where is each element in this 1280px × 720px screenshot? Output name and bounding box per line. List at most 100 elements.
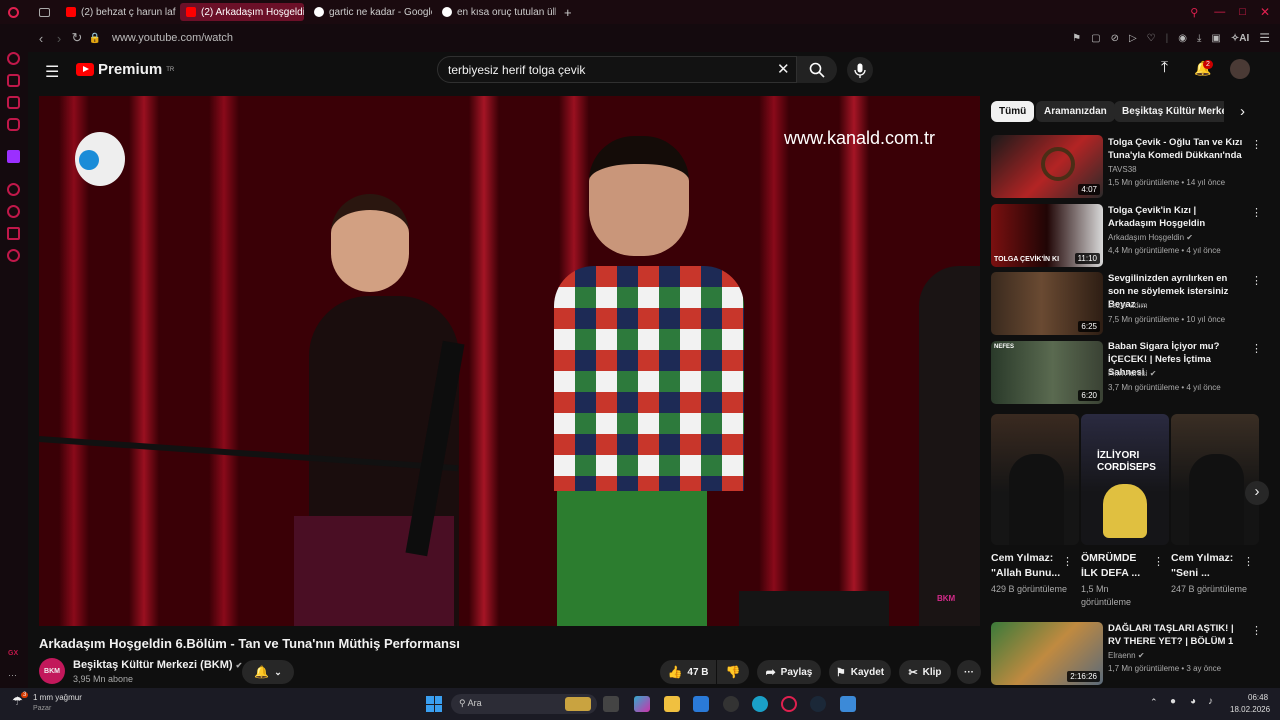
more-icon[interactable]: ···	[8, 670, 17, 680]
start-button[interactable]	[426, 696, 442, 712]
more-icon[interactable]: ⋮	[1251, 138, 1262, 151]
heart-icon[interactable]: ♡	[1147, 33, 1156, 44]
screenshot-icon[interactable]: ▢	[1091, 33, 1100, 44]
search-button[interactable]	[797, 56, 837, 83]
subscribe-bell-button[interactable]: 🔔 ⌄	[242, 660, 294, 684]
microphone-tray-icon[interactable]: ●	[1170, 696, 1176, 707]
short-thumbnail[interactable]	[991, 414, 1079, 545]
related-title[interactable]: Tolga Çevik'in Kızı | Arkadaşım Hoşgeldi…	[1108, 204, 1243, 230]
forward-icon[interactable]: ›	[50, 31, 68, 46]
url-field[interactable]: www.youtube.com/watch	[112, 32, 233, 44]
related-title[interactable]: Tolga Çevik - Oğlu Tan ve Kızı Tuna'yla …	[1108, 136, 1243, 162]
settings-icon[interactable]	[7, 249, 20, 262]
edge-icon[interactable]	[752, 696, 768, 712]
related-thumbnail[interactable]: NEFES 6:20	[991, 341, 1103, 404]
maximize-icon[interactable]: □	[1239, 6, 1246, 18]
adblock-icon[interactable]: ⊘	[1111, 33, 1119, 44]
related-channel[interactable]: Arkadaşım Hoşgeldin ✔	[1108, 233, 1193, 242]
camera-icon[interactable]: ▣	[1211, 33, 1220, 44]
history-icon[interactable]	[7, 205, 20, 218]
save-button[interactable]: ⚑ Kaydet	[829, 660, 891, 684]
steam-icon[interactable]	[810, 696, 826, 712]
youtube-logo[interactable]: Premium TR	[76, 61, 174, 78]
store-icon[interactable]	[693, 696, 709, 712]
wallet-icon[interactable]: ◉	[1178, 33, 1187, 44]
related-channel[interactable]: TAVS38	[1108, 165, 1137, 174]
opera-logo-icon[interactable]	[8, 6, 19, 18]
instagram-icon[interactable]	[7, 118, 20, 131]
messenger-icon[interactable]	[7, 96, 20, 109]
shorts-next-button[interactable]: ›	[1245, 481, 1269, 505]
account-avatar[interactable]	[1230, 59, 1250, 79]
volume-icon[interactable]: ♪	[1208, 696, 1213, 707]
copilot-icon[interactable]	[634, 696, 650, 712]
share-button[interactable]: ➦ Paylaş	[757, 660, 821, 684]
more-icon[interactable]: ⋮	[1251, 342, 1262, 355]
clock-date[interactable]: 18.02.2026	[1230, 705, 1270, 714]
voice-search-button[interactable]	[847, 57, 873, 83]
tab-3[interactable]: en kısa oruç tutulan ülke -	[436, 3, 556, 21]
related-thumbnail[interactable]: 2:16:26	[991, 622, 1103, 685]
close-window-icon[interactable]: ✕	[1260, 5, 1270, 19]
more-icon[interactable]: ⋮	[1153, 555, 1164, 568]
short-title[interactable]: ÖMRÜMDE İLK DEFA ...	[1081, 551, 1156, 581]
weather-text[interactable]: 1 mm yağmur	[33, 693, 82, 702]
task-view-icon[interactable]	[603, 696, 619, 712]
clock-time[interactable]: 06:48	[1248, 693, 1268, 702]
tab-2[interactable]: gartic ne kadar - Google'da	[308, 3, 432, 21]
chevron-right-icon[interactable]: ›	[1240, 103, 1245, 120]
app-icon[interactable]	[723, 696, 739, 712]
aria-icon[interactable]	[7, 52, 20, 65]
search-tabs-icon[interactable]: ⚲	[1190, 6, 1198, 19]
dislike-button[interactable]: 👎	[717, 660, 749, 684]
related-title[interactable]: DAĞLARI TAŞLARI AŞTIK! | RV THERE YET? |…	[1108, 622, 1243, 648]
new-tab-button[interactable]: +	[564, 5, 572, 20]
chip-channel[interactable]: Beşiktaş Kültür Merkezi	[1114, 101, 1224, 122]
chip-from-search[interactable]: Aramanızdan	[1036, 101, 1115, 122]
short-thumbnail[interactable]: İZLİYORI CORDİSEPS	[1081, 414, 1169, 545]
player-icon[interactable]: ▷	[1129, 33, 1137, 44]
clear-search-icon[interactable]: ✕	[777, 60, 790, 78]
pin-icon[interactable]: ⚑	[1072, 33, 1081, 44]
tab-0[interactable]: (2) behzat ç harun laf sokm	[60, 3, 176, 21]
ai-button[interactable]: ✧AI	[1231, 33, 1249, 44]
more-icon[interactable]: ⋮	[1251, 624, 1262, 637]
related-channel[interactable]: Elraenn ✔	[1108, 651, 1145, 660]
more-icon[interactable]: ⋮	[1062, 555, 1073, 568]
related-thumbnail[interactable]: 4:07	[991, 135, 1103, 198]
tab-1[interactable]: (2) Arkadaşım Hoşgeldin 6	[180, 3, 304, 21]
chip-all[interactable]: Tümü	[991, 101, 1035, 122]
wifi-icon[interactable]: ◕	[1190, 696, 1196, 707]
twitch-icon[interactable]	[7, 150, 20, 163]
short-title[interactable]: Cem Yılmaz: "Seni ...	[1171, 551, 1246, 581]
gx-icon[interactable]: GX	[8, 650, 18, 657]
workspaces-icon[interactable]	[7, 74, 20, 87]
short-title[interactable]: Cem Yılmaz: "Allah Bunu...	[991, 551, 1066, 581]
video-player[interactable]: BKM	[39, 96, 980, 626]
clip-button[interactable]: ✂ Klip	[899, 660, 951, 684]
more-icon[interactable]: ⋮	[1251, 206, 1262, 219]
related-channel[interactable]: Film Adresi ✔	[1108, 369, 1157, 378]
more-icon[interactable]: ⋮	[1243, 555, 1254, 568]
opera-gx-icon[interactable]	[781, 696, 797, 712]
reload-icon[interactable]: ↻	[68, 30, 86, 46]
back-icon[interactable]: ‹	[32, 31, 50, 46]
file-explorer-icon[interactable]	[664, 696, 680, 712]
menu-icon[interactable]: ☰	[1259, 31, 1270, 45]
notepad-icon[interactable]	[840, 696, 856, 712]
upload-icon[interactable]: ⤒	[1161, 59, 1168, 77]
minimize-icon[interactable]: —	[1214, 6, 1225, 18]
hamburger-menu-icon[interactable]: ☰	[45, 62, 59, 82]
like-button[interactable]: 👍 47 B	[660, 660, 716, 684]
more-actions-button[interactable]: ···	[957, 660, 981, 684]
channel-avatar[interactable]: BKM	[39, 658, 65, 684]
more-icon[interactable]: ⋮	[1251, 274, 1262, 287]
related-thumbnail[interactable]: TOLGA ÇEVİK'İN KI 11:10	[991, 204, 1103, 267]
send-icon[interactable]	[7, 227, 20, 240]
tab-list-icon[interactable]	[39, 7, 50, 17]
download-icon[interactable]: ⤓	[1197, 33, 1201, 44]
related-channel[interactable]: sezer adım	[1108, 301, 1148, 310]
short-thumbnail[interactable]	[1171, 414, 1259, 545]
search-input[interactable]: terbiyesiz herif tolga çevik	[437, 56, 797, 83]
channel-name[interactable]: Beşiktaş Kültür Merkezi (BKM) ✔	[73, 659, 242, 671]
